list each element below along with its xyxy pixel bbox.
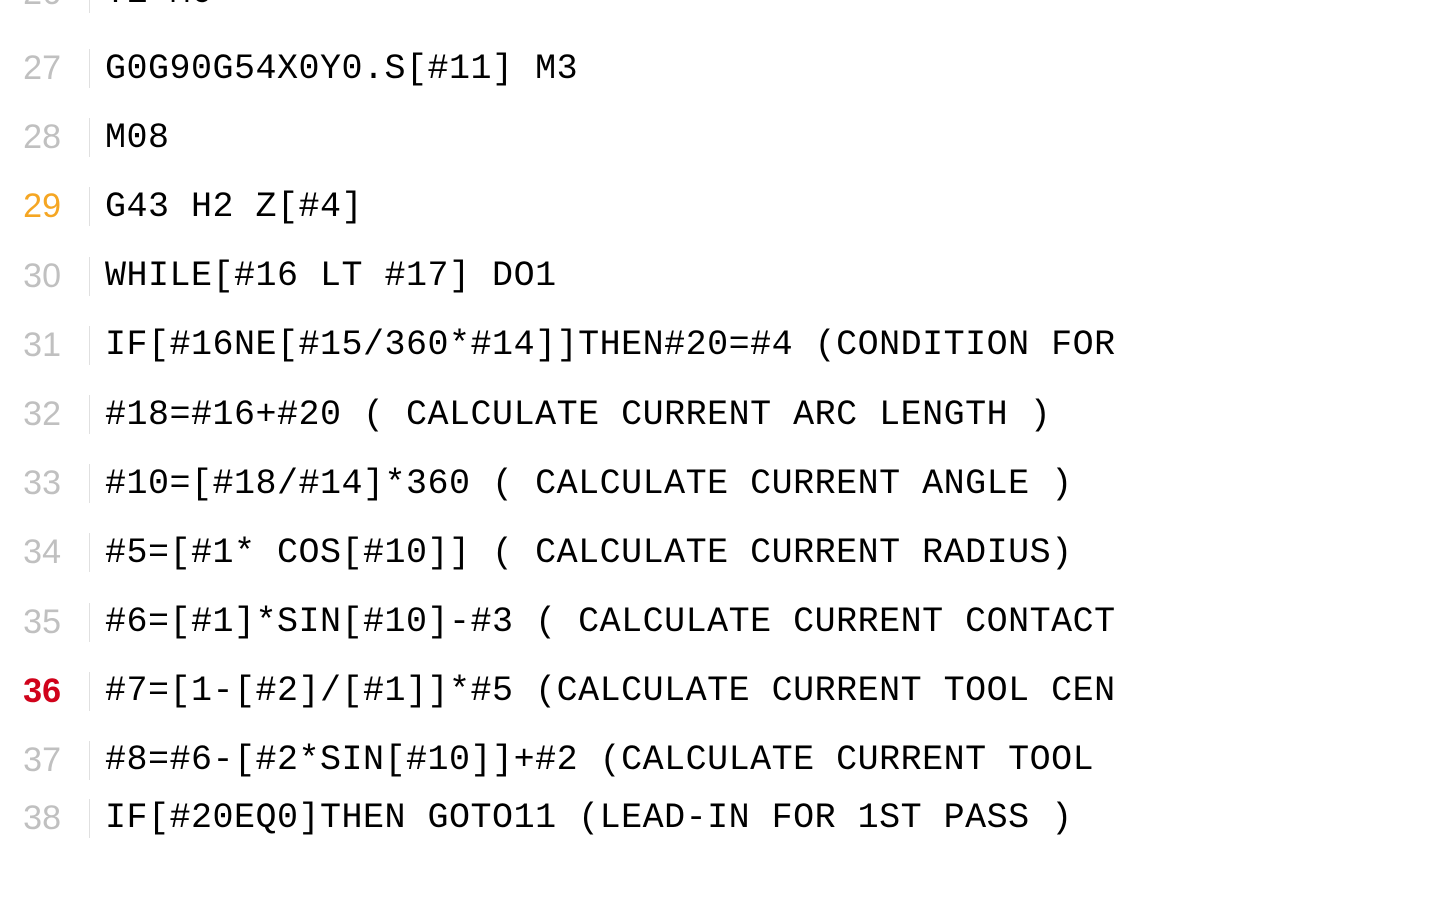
line-number[interactable]: 37 bbox=[0, 741, 90, 780]
code-content[interactable]: G0G90G54X0Y0.S[#11] M3 bbox=[90, 49, 578, 89]
code-line[interactable]: 26 T1 M6 bbox=[0, 0, 1440, 34]
code-line[interactable]: 29 G43 H2 Z[#4] bbox=[0, 172, 1440, 241]
code-content[interactable]: #8=#6-[#2*SIN[#10]]+#2 (CALCULATE CURREN… bbox=[90, 740, 1116, 780]
line-number[interactable]: 35 bbox=[0, 603, 90, 642]
code-line[interactable]: 37 #8=#6-[#2*SIN[#10]]+#2 (CALCULATE CUR… bbox=[0, 726, 1440, 795]
code-editor[interactable]: 26 T1 M6 27 G0G90G54X0Y0.S[#11] M3 28 M0… bbox=[0, 0, 1440, 900]
code-line[interactable]: 28 M08 bbox=[0, 103, 1440, 172]
code-content[interactable]: IF[#16NE[#15/360*#14]]THEN#20=#4 (CONDIT… bbox=[90, 325, 1116, 365]
code-content[interactable]: IF[#20EQ0]THEN GOTO11 (LEAD-IN FOR 1ST P… bbox=[90, 798, 1073, 838]
code-content[interactable]: M08 bbox=[90, 118, 170, 158]
code-line[interactable]: 31 IF[#16NE[#15/360*#14]]THEN#20=#4 (CON… bbox=[0, 311, 1440, 380]
code-content[interactable]: #7=[1-[#2]/[#1]]*#5 (CALCULATE CURRENT T… bbox=[90, 671, 1116, 711]
code-line[interactable]: 27 G0G90G54X0Y0.S[#11] M3 bbox=[0, 34, 1440, 103]
code-content[interactable]: #10=[#18/#14]*360 ( CALCULATE CURRENT AN… bbox=[90, 464, 1073, 504]
code-content[interactable]: G43 H2 Z[#4] bbox=[90, 187, 363, 227]
code-content[interactable]: #6=[#1]*SIN[#10]-#3 ( CALCULATE CURRENT … bbox=[90, 602, 1116, 642]
code-line[interactable]: 34 #5=[#1* COS[#10]] ( CALCULATE CURRENT… bbox=[0, 518, 1440, 587]
code-line[interactable]: 30 WHILE[#16 LT #17] DO1 bbox=[0, 242, 1440, 311]
line-number[interactable]: 32 bbox=[0, 395, 90, 434]
code-line[interactable]: 38 IF[#20EQ0]THEN GOTO11 (LEAD-IN FOR 1S… bbox=[0, 795, 1440, 841]
line-number[interactable]: 31 bbox=[0, 326, 90, 365]
code-content[interactable]: #5=[#1* COS[#10]] ( CALCULATE CURRENT RA… bbox=[90, 533, 1073, 573]
code-line[interactable]: 36 #7=[1-[#2]/[#1]]*#5 (CALCULATE CURREN… bbox=[0, 657, 1440, 726]
code-line[interactable]: 35 #6=[#1]*SIN[#10]-#3 ( CALCULATE CURRE… bbox=[0, 588, 1440, 657]
line-number[interactable]: 30 bbox=[0, 257, 90, 296]
code-content[interactable]: T1 M6 bbox=[90, 0, 213, 13]
code-content[interactable]: #18=#16+#20 ( CALCULATE CURRENT ARC LENG… bbox=[90, 395, 1051, 435]
line-number[interactable]: 28 bbox=[0, 118, 90, 157]
line-number[interactable]: 26 bbox=[0, 0, 90, 13]
code-content[interactable]: WHILE[#16 LT #17] DO1 bbox=[90, 256, 557, 296]
line-number[interactable]: 33 bbox=[0, 464, 90, 503]
line-number[interactable]: 38 bbox=[0, 799, 90, 838]
code-line[interactable]: 33 #10=[#18/#14]*360 ( CALCULATE CURRENT… bbox=[0, 449, 1440, 518]
line-number[interactable]: 34 bbox=[0, 533, 90, 572]
line-number[interactable]: 27 bbox=[0, 49, 90, 88]
line-number[interactable]: 36 bbox=[0, 672, 90, 711]
code-line[interactable]: 32 #18=#16+#20 ( CALCULATE CURRENT ARC L… bbox=[0, 380, 1440, 449]
line-number[interactable]: 29 bbox=[0, 187, 90, 226]
